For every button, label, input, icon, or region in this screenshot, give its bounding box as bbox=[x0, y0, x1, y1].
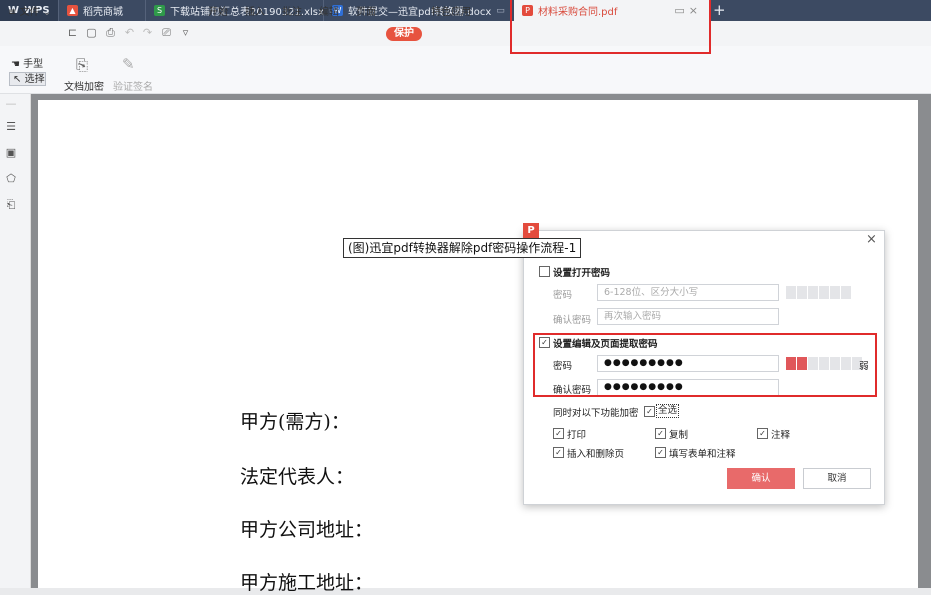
flame-icon: ▲ bbox=[67, 5, 78, 16]
hand-icon: ☚ bbox=[11, 59, 20, 70]
highlight-box bbox=[533, 333, 877, 397]
open-password-label: 密码 bbox=[553, 290, 573, 301]
attachment-icon[interactable]: ⎗ bbox=[5, 199, 17, 211]
menu-insert[interactable]: 插入 bbox=[245, 0, 265, 25]
doc-line-party-a: 甲方(需方)： bbox=[240, 411, 350, 433]
left-sidebar bbox=[0, 94, 31, 588]
menu-annotate[interactable]: 批注 bbox=[282, 0, 302, 25]
open-confirm-input[interactable]: 再次输入密码 bbox=[597, 308, 779, 325]
thumbnails-icon[interactable]: ☰ bbox=[5, 121, 17, 133]
fill-forms-label: 填写表单和注释 bbox=[669, 449, 736, 460]
hand-tool[interactable]: ☚ 手型 bbox=[11, 55, 43, 70]
open-password-input[interactable]: 6-128位、区分大小写 bbox=[597, 284, 779, 301]
confirm-button[interactable]: 确认 bbox=[727, 468, 795, 489]
tab-docx-file[interactable]: W 软件提交—迅宜pdf转换器.docx ▭ bbox=[323, 0, 505, 21]
bookmark-icon[interactable]: ⬠ bbox=[5, 173, 17, 185]
hand-tool-label: 手型 bbox=[23, 59, 44, 70]
print-option-label: 打印 bbox=[567, 430, 587, 441]
select-tool[interactable]: ↖ 选择 bbox=[9, 72, 46, 86]
menu-page[interactable]: 页面 bbox=[356, 0, 376, 25]
open-confirm-label: 确认密码 bbox=[553, 315, 592, 326]
more-dropdown-icon[interactable]: ▿ bbox=[180, 27, 191, 38]
insert-delete-pages-label: 插入和删除页 bbox=[567, 449, 625, 460]
redo-icon[interactable]: ↷ bbox=[142, 27, 153, 38]
verify-signature-button[interactable]: 验证签名 bbox=[113, 78, 153, 93]
monitor-icon: ▭ bbox=[496, 5, 505, 16]
print-checkbox[interactable]: ✓ bbox=[553, 428, 564, 439]
figure-caption: (图)迅宜pdf转换器解除pdf密码操作流程-1 bbox=[343, 238, 582, 258]
select-all-checkbox[interactable]: ✓ bbox=[644, 406, 655, 417]
open-password-title: 设置打开密码 bbox=[553, 268, 611, 279]
open-password-strength-meter bbox=[786, 286, 851, 299]
encrypt-functions-label: 同时对以下功能加密 bbox=[553, 408, 639, 419]
cursor-icon: ↖ bbox=[13, 74, 22, 85]
copy-checkbox[interactable]: ✓ bbox=[655, 428, 666, 439]
menu-start[interactable]: 开始 bbox=[208, 0, 228, 25]
encrypt-document-button[interactable]: 文档加密 bbox=[64, 78, 104, 93]
tab-highlight-box bbox=[510, 0, 711, 54]
save-icon[interactable]: ▢ bbox=[86, 27, 97, 38]
doc-line-legal-rep: 法定代表人： bbox=[240, 466, 355, 488]
collapse-handle-icon[interactable]: — bbox=[5, 98, 17, 110]
select-all-label[interactable]: 全选 bbox=[656, 404, 680, 418]
spreadsheet-icon: S bbox=[154, 5, 165, 16]
copy-option-label: 复制 bbox=[669, 430, 689, 441]
file-menu[interactable]: ≡ 文件 ⌄ bbox=[8, 0, 51, 25]
pdf-logo-icon: P bbox=[523, 223, 539, 239]
export-icon[interactable]: ⎚ bbox=[161, 27, 172, 38]
cancel-button[interactable]: 取消 bbox=[803, 468, 871, 489]
image-icon[interactable]: ▣ bbox=[5, 147, 17, 159]
undo-icon[interactable]: ↶ bbox=[124, 27, 135, 38]
menu-edit[interactable]: 编辑 bbox=[319, 0, 339, 25]
hamburger-icon: ≡ bbox=[8, 7, 17, 18]
fill-forms-checkbox[interactable]: ✓ bbox=[655, 447, 666, 458]
tab-label: 稻壳商城 bbox=[83, 7, 123, 18]
annotate-checkbox[interactable]: ✓ bbox=[757, 428, 768, 439]
tab-daoke-store[interactable]: ▲ 稻壳商城 bbox=[58, 0, 138, 21]
open-password-checkbox[interactable] bbox=[539, 266, 550, 277]
file-menu-label: 文件 bbox=[19, 7, 40, 18]
print-icon[interactable]: ⎙ bbox=[105, 27, 116, 38]
doc-line-site-address: 甲方施工地址： bbox=[240, 572, 374, 594]
menu-special-apps[interactable]: 特色应用 bbox=[431, 0, 471, 25]
doc-line-company-address: 甲方公司地址： bbox=[240, 519, 374, 541]
verify-signature-icon: ✎ bbox=[122, 55, 135, 73]
chevron-down-icon: ⌄ bbox=[42, 7, 52, 18]
new-tab-button[interactable]: + bbox=[713, 0, 726, 21]
annotate-option-label: 注释 bbox=[771, 430, 791, 441]
document-encrypt-icon: ⎘ bbox=[76, 56, 89, 74]
dialog-close-button[interactable]: × bbox=[866, 232, 877, 247]
insert-delete-pages-checkbox[interactable]: ✓ bbox=[553, 447, 564, 458]
select-tool-label: 选择 bbox=[24, 74, 45, 85]
menu-protect[interactable]: 保护 bbox=[386, 27, 422, 41]
open-folder-icon[interactable]: ⊏ bbox=[67, 27, 78, 38]
